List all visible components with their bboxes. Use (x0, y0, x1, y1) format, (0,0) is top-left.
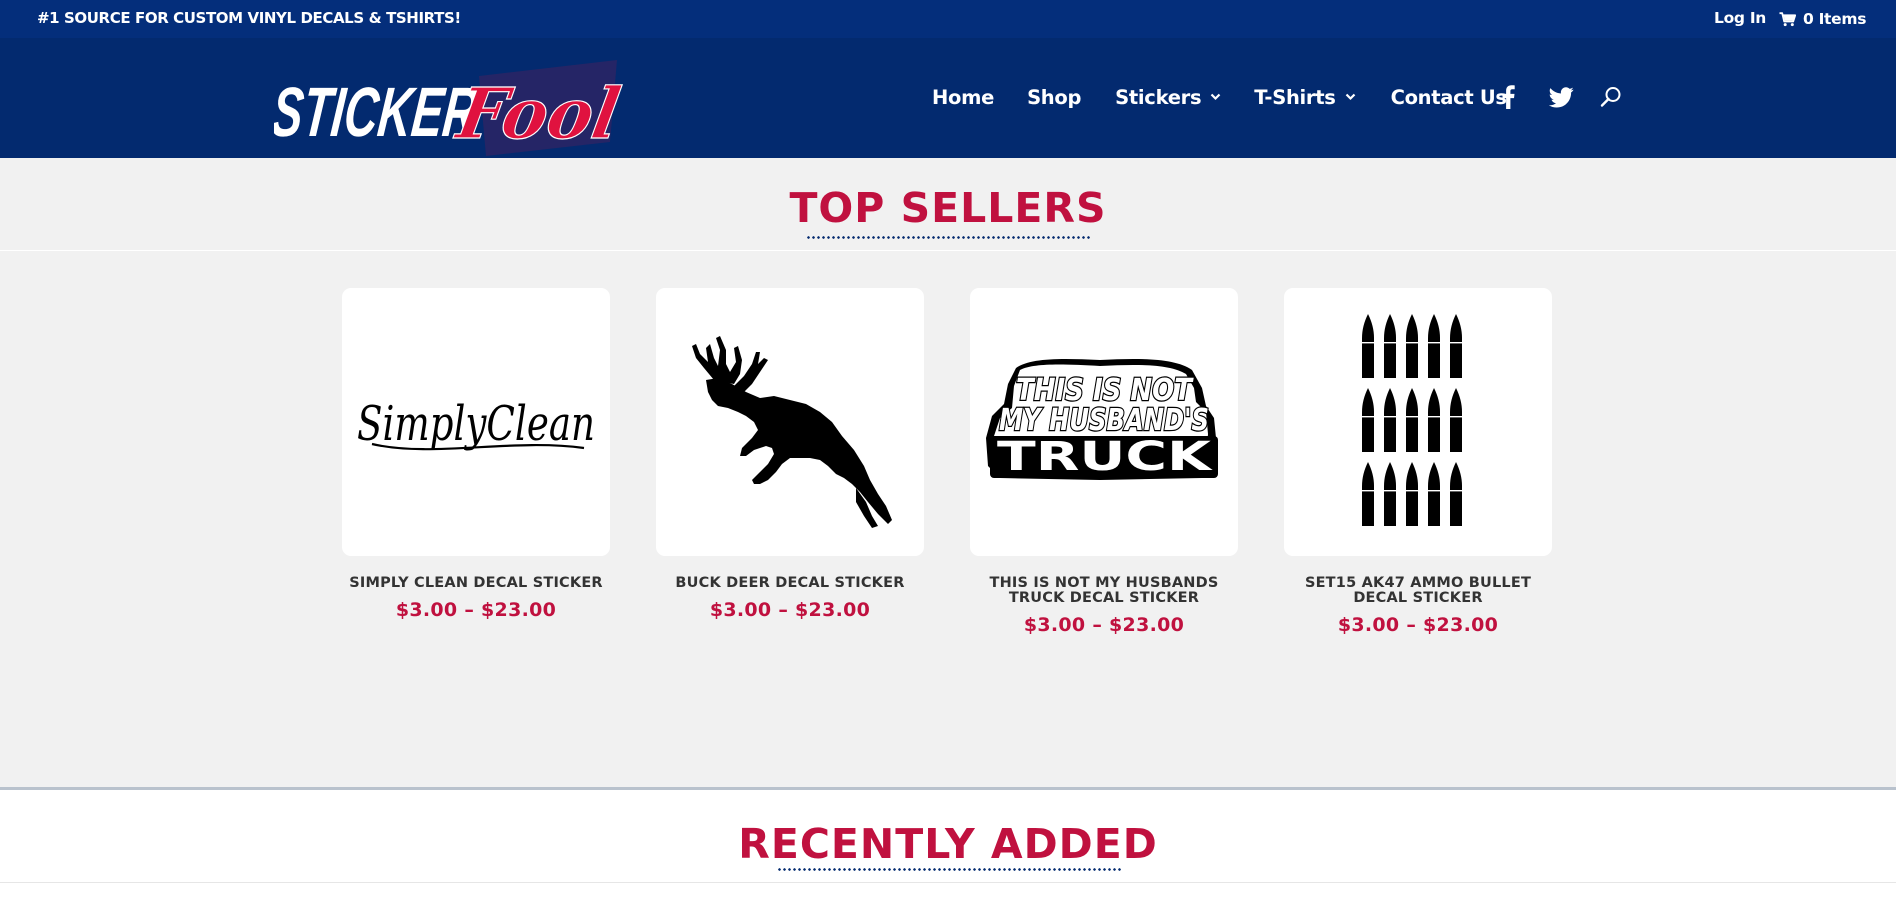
product-image-link[interactable] (1284, 288, 1552, 556)
bullet-shape (1450, 462, 1462, 526)
recently-added-title: RECENTLY ADDED (738, 820, 1158, 868)
bullet-shape (1428, 388, 1440, 452)
bullet-band (1450, 342, 1462, 344)
bullet-shape (1406, 314, 1418, 378)
product-image-link[interactable]: THIS IS NOT MY HUSBAND'S TRUCK (970, 288, 1238, 556)
product-price: $3.00 – $23.00 (395, 599, 557, 621)
top-sellers-title: TOP SELLERS (789, 184, 1107, 232)
sticker-line-3: TRUCK (997, 434, 1214, 480)
bullet-band (1428, 342, 1440, 344)
bullet-band (1362, 342, 1374, 344)
product-card: BUCK DEER DECAL STICKER $3.00 – $23.00 (656, 288, 924, 621)
nav-shop-label: Shop (1027, 85, 1082, 109)
nav-home-label: Home (932, 85, 995, 109)
product-card: SimplyClean SIMPLY CLEAN DECAL STICKER $… (342, 288, 610, 621)
bullet-shape (1384, 314, 1396, 378)
svg-text:Fool: Fool (450, 73, 626, 155)
facebook-icon (1502, 85, 1515, 109)
bullet-shape (1406, 388, 1418, 452)
chevron-down-icon (1210, 93, 1221, 101)
husbands-truck-image: THIS IS NOT MY HUSBAND'S TRUCK (986, 358, 1218, 480)
bullet-shape (1362, 462, 1374, 526)
sticker-line-2: MY HUSBAND'S (999, 403, 1209, 438)
svg-text:SimplyClean: SimplyClean (357, 396, 595, 452)
bullet-band (1428, 416, 1440, 418)
bullet-shape (1428, 314, 1440, 378)
buck-deer-image (692, 336, 892, 528)
bullet-band (1384, 416, 1396, 418)
facebook-link[interactable] (1502, 82, 1515, 112)
bullet-shape (1406, 462, 1418, 526)
bullet-shape (1450, 388, 1462, 452)
bullet-band (1406, 490, 1418, 492)
cart-icon (1779, 11, 1796, 26)
product-image-link[interactable]: SimplyClean (342, 288, 610, 556)
bullet-shape (1384, 462, 1396, 526)
nav-stickers-label: Stickers (1115, 85, 1202, 109)
simply-clean-image: SimplyClean (357, 396, 595, 452)
product-price: $3.00 – $23.00 (709, 599, 871, 621)
cart-count: 0 Items (1803, 10, 1867, 28)
bullet-band (1362, 416, 1374, 418)
bullet-shape (1428, 462, 1440, 526)
bullet-band (1406, 342, 1418, 344)
bullet-shape (1362, 388, 1374, 452)
divider (0, 250, 1896, 251)
twitter-link[interactable] (1549, 82, 1574, 112)
bullets-image (1362, 314, 1462, 526)
login-link[interactable]: Log In (1714, 9, 1766, 27)
sticker-fool-logo[interactable]: STICKER Fool (274, 56, 646, 160)
main-nav: Home Shop Stickers T-Shirts Contact Us (932, 82, 1507, 112)
title-underline (806, 236, 1092, 239)
site-header: STICKER Fool Home Shop Stickers T-Shirts… (0, 38, 1896, 158)
nav-tshirts-label: T-Shirts (1254, 85, 1336, 109)
nav-stickers[interactable]: Stickers (1115, 86, 1221, 109)
nav-shop[interactable]: Shop (1027, 86, 1081, 109)
nav-contact-label: Contact Us (1390, 85, 1507, 109)
search-icon (1600, 87, 1621, 107)
product-image-link[interactable] (656, 288, 924, 556)
nav-home[interactable]: Home (932, 86, 994, 109)
bullet-band (1450, 490, 1462, 492)
bullet-band (1384, 342, 1396, 344)
cart-link[interactable]: 0 Items (1779, 9, 1866, 29)
product-name[interactable]: SET15 AK47 AMMO BULLET DECAL STICKER (1284, 576, 1552, 606)
nav-tshirts[interactable]: T-Shirts (1254, 86, 1355, 109)
title-underline (777, 868, 1121, 871)
bullet-band (1406, 416, 1418, 418)
product-price: $3.00 – $23.00 (1337, 614, 1499, 636)
tagline: #1 SOURCE FOR CUSTOM VINYL DECALS & TSHI… (37, 9, 461, 27)
bullet-shape (1384, 388, 1396, 452)
chevron-down-icon (1345, 93, 1355, 101)
svg-text:STICKER: STICKER (274, 72, 481, 151)
product-name[interactable]: THIS IS NOT MY HUSBANDS TRUCK DECAL STIC… (970, 576, 1238, 606)
search-button[interactable] (1600, 82, 1622, 112)
product-card: SET15 AK47 AMMO BULLET DECAL STICKER $3.… (1284, 288, 1552, 636)
product-name[interactable]: BUCK DEER DECAL STICKER (656, 576, 924, 591)
bullet-shape (1362, 314, 1374, 378)
nav-contact-us[interactable]: Contact Us (1391, 86, 1507, 109)
bullet-band (1384, 490, 1396, 492)
bullet-band (1362, 490, 1374, 492)
product-price: $3.00 – $23.00 (1023, 614, 1185, 636)
twitter-icon (1549, 86, 1574, 107)
bullet-shape (1450, 314, 1462, 378)
divider (0, 882, 1896, 883)
bullet-band (1450, 416, 1462, 418)
product-name[interactable]: SIMPLY CLEAN DECAL STICKER (342, 576, 610, 591)
bullet-band (1428, 490, 1440, 492)
top-bar: #1 SOURCE FOR CUSTOM VINYL DECALS & TSHI… (0, 0, 1896, 38)
product-card: THIS IS NOT MY HUSBAND'S TRUCK THIS IS N… (970, 288, 1238, 636)
